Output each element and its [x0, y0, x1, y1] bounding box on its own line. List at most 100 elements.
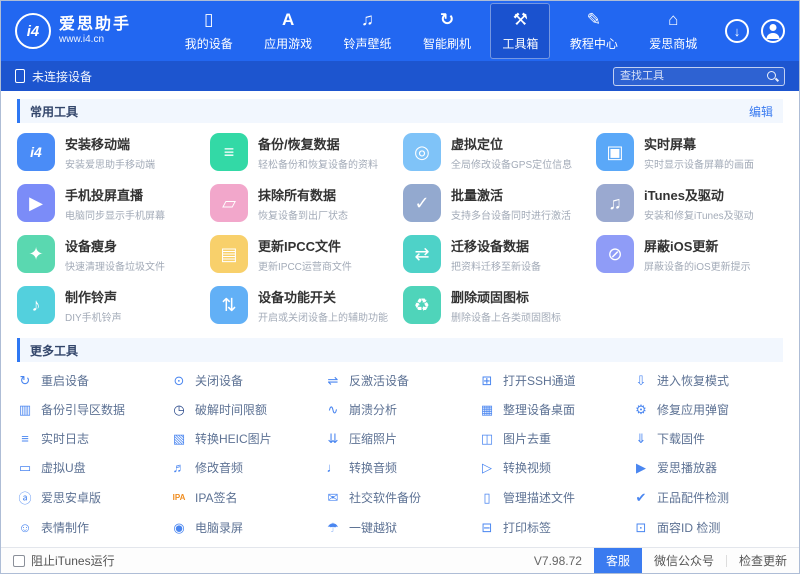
switches-icon: ⇅ [210, 286, 248, 324]
more-tool-7[interactable]: ◷ 破解时间限额 [171, 401, 321, 418]
check-update-button[interactable]: 检查更新 [727, 548, 799, 573]
ipa-sign-icon: IPA [172, 493, 186, 502]
more-tool-17[interactable]: ♬ 修改音频 [171, 459, 321, 476]
more-tool-label: 关闭设备 [195, 374, 244, 388]
tool-title: 实时屏幕 [644, 136, 697, 152]
more-tool-20[interactable]: ▶ 爱思播放器 [633, 459, 783, 476]
more-tool-5[interactable]: ⇩ 进入恢复模式 [633, 372, 783, 389]
more-tool-15[interactable]: ⇓ 下载固件 [633, 430, 783, 447]
status-bar: 阻止iTunes运行 V7.98.72 客服 微信公众号 检查更新 [1, 547, 799, 573]
more-tool-19[interactable]: ▷ 转换视频 [479, 459, 629, 476]
tool-title: 迁移设备数据 [451, 238, 530, 254]
nav-item-7[interactable]: ⌂ 爱思商城 [637, 3, 709, 59]
tool-9[interactable]: ✦ 设备瘦身 快速清理设备垃圾文件 [17, 235, 204, 273]
nav-item-1[interactable]: ▯ 我的设备 [173, 3, 245, 59]
more-tool-14[interactable]: ◫ 图片去重 [479, 430, 629, 447]
tool-desc: 轻松备份和恢复设备的资料 [258, 159, 378, 171]
tool-6[interactable]: ▱ 抹除所有数据 恢复设备到出厂状态 [210, 184, 397, 222]
nav-item-4[interactable]: ↻ 智能刷机 [411, 3, 483, 59]
more-tool-22[interactable]: IPA IPA签名 [171, 488, 321, 507]
tool-title: 删除顽固图标 [451, 289, 530, 305]
tool-11[interactable]: ⇄ 迁移设备数据 把资料迁移至新设备 [403, 235, 590, 273]
more-tool-28[interactable]: ☂ 一键越狱 [325, 519, 475, 536]
more-tool-1[interactable]: ↻ 重启设备 [17, 372, 167, 389]
more-tool-25[interactable]: ✔ 正品配件检测 [633, 488, 783, 507]
more-tool-4[interactable]: ⊞ 打开SSH通道 [479, 372, 629, 389]
emoji-maker-icon: ☺ [18, 520, 32, 535]
search-icon[interactable] [767, 70, 778, 82]
more-tool-label: 管理描述文件 [503, 491, 576, 505]
device-status[interactable]: 未连接设备 [15, 68, 92, 85]
more-tool-24[interactable]: ▯ 管理描述文件 [479, 488, 629, 507]
tool-title: iTunes及驱动 [644, 187, 724, 203]
more-tool-27[interactable]: ◉ 电脑录屏 [171, 519, 321, 536]
more-tool-label: 图片去重 [503, 432, 552, 446]
nav-tutorial-icon: ✎ [586, 10, 601, 29]
tool-10[interactable]: ▤ 更新IPCC文件 更新IPCC运营商文件 [210, 235, 397, 273]
more-tool-label: 社交软件备份 [349, 491, 422, 505]
more-tool-2[interactable]: ⊙ 关闭设备 [171, 372, 321, 389]
more-tool-6[interactable]: ▥ 备份引导区数据 [17, 401, 167, 418]
nav-item-2[interactable]: A 应用游戏 [252, 3, 324, 59]
block-itunes-checkbox[interactable] [13, 554, 25, 567]
tool-14[interactable]: ⇅ 设备功能开关 开启或关闭设备上的辅助功能 [210, 286, 397, 324]
more-tool-13[interactable]: ⇊ 压缩照片 [325, 430, 475, 447]
more-tool-label: 重启设备 [41, 374, 90, 388]
tool-5[interactable]: ▶ 手机投屏直播 电脑同步显示手机屏幕 [17, 184, 204, 222]
more-tool-label: IPA签名 [195, 491, 238, 505]
download-icon[interactable]: ↓ [725, 19, 749, 43]
trash-icon: ♻ [403, 286, 441, 324]
nav-label: 我的设备 [184, 37, 233, 51]
tool-1[interactable]: i4 安装移动端 安装爱思助手移动端 [17, 133, 204, 171]
nav-item-6[interactable]: ✎ 教程中心 [558, 3, 630, 59]
more-tool-label: 修复应用弹窗 [657, 403, 730, 417]
more-tool-8[interactable]: ∿ 崩溃分析 [325, 401, 475, 418]
i4-mobile-icon: i4 [17, 133, 55, 171]
more-tool-9[interactable]: ▦ 整理设备桌面 [479, 401, 629, 418]
more-tool-10[interactable]: ⚙ 修复应用弹窗 [633, 401, 783, 418]
tool-title: 手机投屏直播 [65, 187, 144, 203]
more-tool-30[interactable]: ⊡ 面容ID 检测 [633, 519, 783, 536]
boot-backup-icon: ▥ [18, 401, 32, 417]
more-tool-11[interactable]: ≡ 实时日志 [17, 430, 167, 447]
tool-13[interactable]: ♪ 制作铃声 DIY手机铃声 [17, 286, 204, 324]
ringtone-note-icon: ♪ [17, 286, 55, 324]
batch-activate-icon: ✓ [403, 184, 441, 222]
tool-12[interactable]: ⊘ 屏蔽iOS更新 屏蔽设备的iOS更新提示 [596, 235, 783, 273]
wechat-account-button[interactable]: 微信公众号 [642, 548, 726, 573]
tool-3[interactable]: ◎ 虚拟定位 全局修改设备GPS定位信息 [403, 133, 590, 171]
more-tool-29[interactable]: ⊟ 打印标签 [479, 519, 629, 536]
nav-item-3[interactable]: ♫ 铃声壁纸 [332, 3, 404, 59]
tool-7[interactable]: ✓ 批量激活 支持多台设备同时进行激活 [403, 184, 590, 222]
edit-link[interactable]: 编辑 [749, 103, 773, 120]
more-tool-23[interactable]: ✉ 社交软件备份 [325, 488, 475, 507]
more-tool-label: 崩溃分析 [349, 403, 398, 417]
tool-4[interactable]: ▣ 实时屏幕 实时显示设备屏幕的画面 [596, 133, 783, 171]
nav-item-5[interactable]: ⚒ 工具箱 [490, 3, 551, 59]
jailbreak-icon: ☂ [327, 519, 339, 535]
search-input[interactable] [620, 70, 763, 82]
more-tool-3[interactable]: ⇌ 反激活设备 [325, 372, 475, 389]
more-tool-26[interactable]: ☺ 表情制作 [17, 519, 167, 536]
more-tool-18[interactable]: ♩ 转换音频 [325, 459, 475, 476]
more-tool-16[interactable]: ▭ 虚拟U盘 [17, 459, 167, 476]
screen-record-icon: ◉ [173, 519, 185, 535]
customer-service-button[interactable]: 客服 [593, 548, 642, 573]
more-tool-label: 正品配件检测 [657, 491, 730, 505]
nav-label: 铃声壁纸 [343, 37, 392, 51]
section-title-more: 更多工具 [30, 343, 79, 358]
tool-desc: 安装和修复iTunes及驱动 [644, 210, 754, 222]
more-tool-label: 虚拟U盘 [41, 461, 86, 475]
more-tool-21[interactable]: ⓐ 爱思安卓版 [17, 488, 167, 507]
block-update-icon: ⊘ [596, 235, 634, 273]
tool-2[interactable]: ≡ 备份/恢复数据 轻松备份和恢复设备的资料 [210, 133, 397, 171]
more-tool-12[interactable]: ▧ 转换HEIC图片 [171, 430, 321, 447]
faceid-check-icon: ⊡ [635, 519, 647, 535]
nav-mall-icon: ⌂ [668, 10, 679, 29]
tool-15[interactable]: ♻ 删除顽固图标 删除设备上各类顽固图标 [403, 286, 590, 324]
print-label-icon: ⊟ [481, 519, 493, 535]
tool-8[interactable]: ♫ iTunes及驱动 安装和修复iTunes及驱动 [596, 184, 783, 222]
tool-desc: 恢复设备到出厂状态 [258, 210, 348, 222]
user-icon[interactable] [761, 19, 785, 43]
nav: ▯ 我的设备 A 应用游戏 ♫ 铃声壁纸 ↻ 智能刷机 ⚒ 工具箱 ✎ 教程中心 ⌂ 爱思商城 [169, 1, 713, 61]
